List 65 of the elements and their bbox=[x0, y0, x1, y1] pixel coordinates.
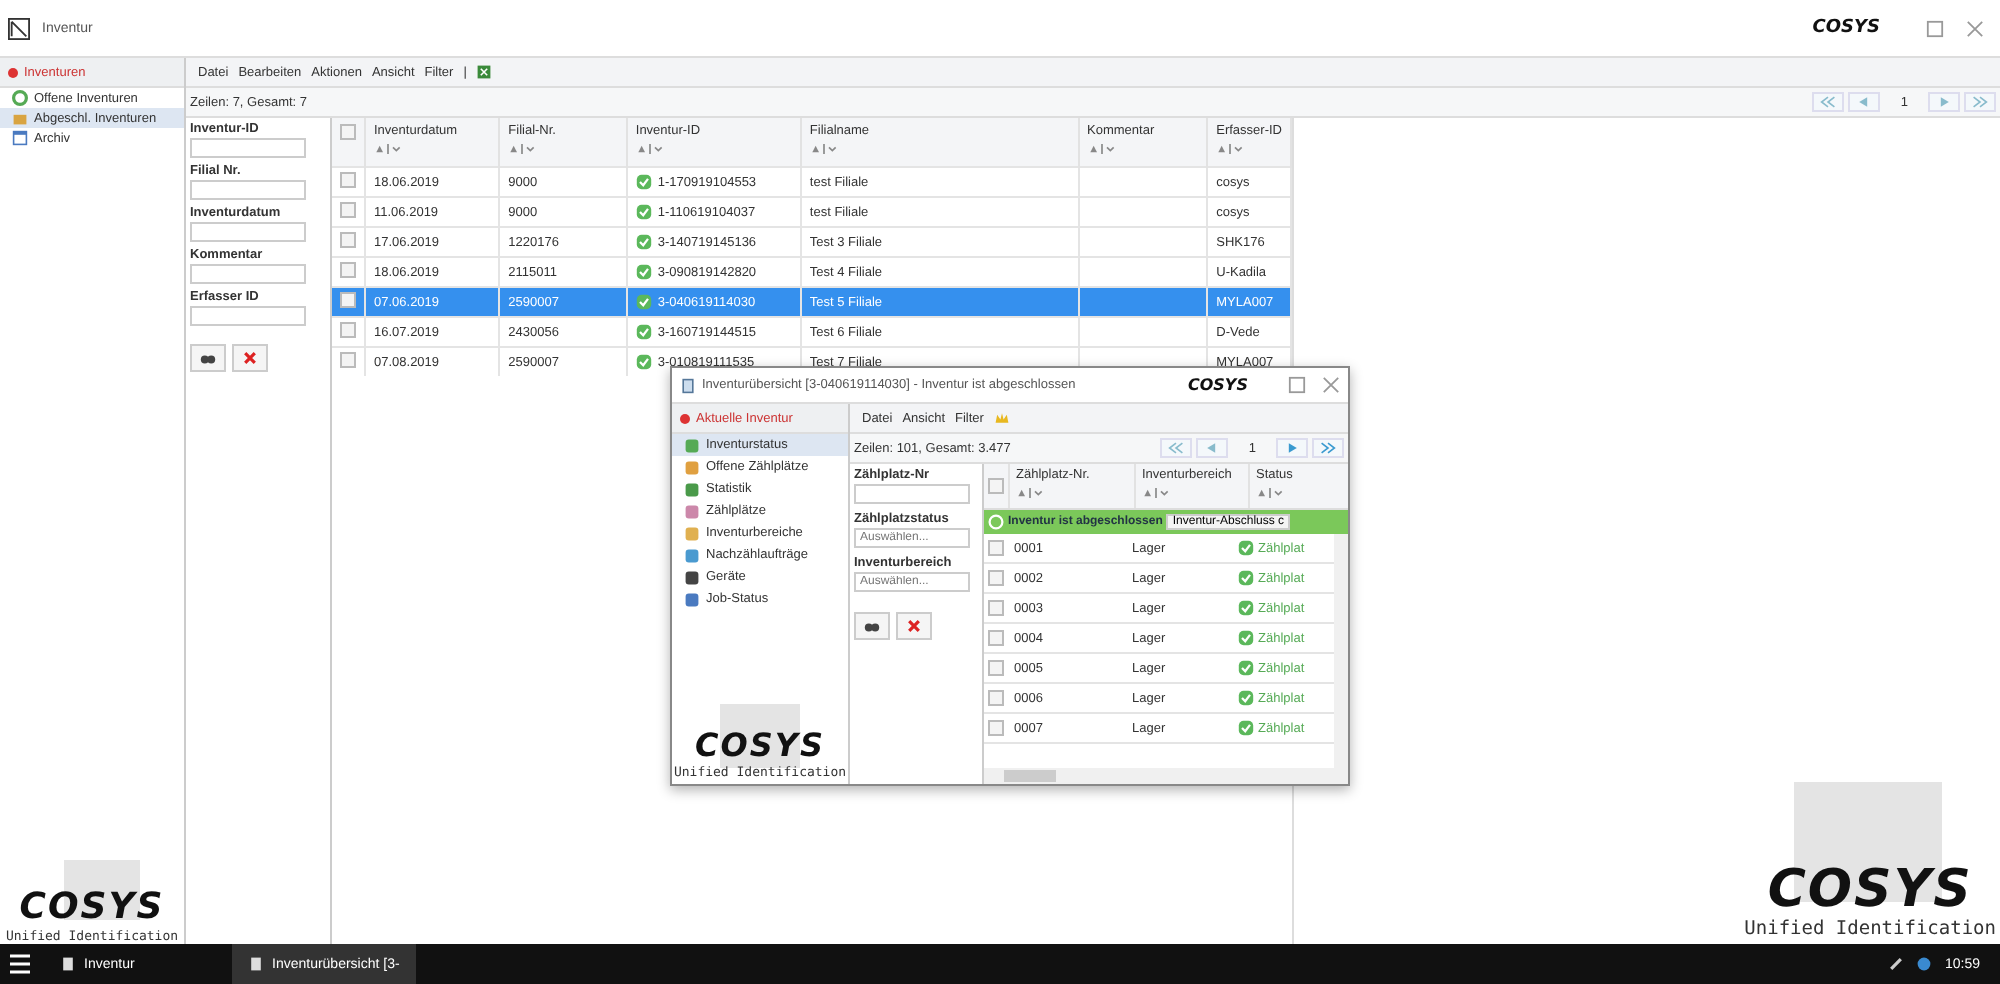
next-page-icon[interactable] bbox=[1928, 92, 1960, 112]
document-icon bbox=[248, 956, 264, 972]
sort-icon[interactable] bbox=[1087, 144, 1116, 154]
brand-logo: COSYS Unified Identification bbox=[1744, 782, 1996, 940]
maximize-icon[interactable] bbox=[1926, 19, 1944, 37]
cross-icon bbox=[242, 350, 258, 366]
search-button[interactable] bbox=[854, 612, 890, 640]
row-checkbox[interactable] bbox=[340, 262, 356, 278]
app-icon bbox=[8, 17, 30, 39]
row-checkbox[interactable] bbox=[340, 322, 356, 338]
prev-page-icon[interactable] bbox=[1196, 438, 1229, 458]
brand-logo: COSYS bbox=[1188, 376, 1248, 394]
sort-icon[interactable] bbox=[1256, 488, 1284, 498]
sort-icon[interactable] bbox=[635, 144, 664, 154]
sort-icon[interactable] bbox=[374, 144, 402, 154]
row-checkbox[interactable] bbox=[340, 232, 356, 248]
first-page-icon[interactable] bbox=[1160, 438, 1193, 458]
filter-field[interactable] bbox=[190, 264, 306, 284]
row-checkbox[interactable] bbox=[988, 660, 1004, 676]
row-checkbox[interactable] bbox=[340, 292, 356, 308]
horizontal-scrollbar[interactable] bbox=[984, 768, 1348, 784]
sort-icon[interactable] bbox=[1142, 488, 1170, 498]
cross-icon bbox=[906, 618, 922, 634]
prev-page-icon[interactable] bbox=[1848, 92, 1881, 112]
vertical-scrollbar[interactable] bbox=[1334, 534, 1348, 768]
box-icon bbox=[12, 110, 28, 126]
maximize-icon[interactable] bbox=[1288, 376, 1306, 394]
filter-field[interactable] bbox=[190, 180, 306, 200]
row-checkbox[interactable] bbox=[340, 352, 356, 368]
last-page-icon[interactable] bbox=[1312, 438, 1344, 458]
header-checkbox[interactable] bbox=[988, 478, 1004, 494]
close-icon[interactable] bbox=[1322, 376, 1340, 394]
calendar-icon bbox=[12, 130, 28, 146]
row-checkbox[interactable] bbox=[988, 630, 1004, 646]
filter-field[interactable] bbox=[190, 222, 306, 242]
last-page-icon[interactable] bbox=[1964, 92, 1996, 112]
row-checkbox[interactable] bbox=[988, 690, 1004, 706]
row-checkbox[interactable] bbox=[340, 202, 356, 218]
menu-icon[interactable] bbox=[8, 952, 32, 976]
circle-icon bbox=[12, 90, 28, 106]
globe-icon[interactable] bbox=[1916, 956, 1933, 972]
clear-button[interactable] bbox=[896, 612, 932, 640]
row-checkbox[interactable] bbox=[340, 172, 356, 188]
next-page-icon[interactable] bbox=[1276, 438, 1308, 458]
row-checkbox[interactable] bbox=[988, 720, 1004, 736]
sort-icon[interactable] bbox=[1016, 488, 1044, 498]
first-page-icon[interactable] bbox=[1812, 92, 1845, 112]
document-icon bbox=[60, 956, 76, 972]
filter-field[interactable] bbox=[190, 306, 306, 326]
row-checkbox[interactable] bbox=[988, 600, 1004, 616]
row-checkbox[interactable] bbox=[988, 570, 1004, 586]
clear-button[interactable] bbox=[232, 344, 268, 372]
header-checkbox[interactable] bbox=[340, 124, 356, 140]
sort-icon[interactable] bbox=[809, 144, 838, 154]
brand-logo: COSYS bbox=[1812, 18, 1880, 38]
sort-icon[interactable] bbox=[508, 144, 537, 154]
sort-icon[interactable] bbox=[1216, 144, 1245, 154]
crown-icon[interactable] bbox=[993, 410, 1010, 426]
document-icon bbox=[680, 377, 696, 393]
close-icon[interactable] bbox=[1966, 19, 1984, 37]
filter-field[interactable] bbox=[190, 138, 306, 158]
filter-field[interactable] bbox=[854, 484, 970, 504]
search-button[interactable] bbox=[190, 344, 226, 372]
row-checkbox[interactable] bbox=[988, 540, 1004, 556]
spreadsheet-icon[interactable] bbox=[476, 64, 493, 80]
